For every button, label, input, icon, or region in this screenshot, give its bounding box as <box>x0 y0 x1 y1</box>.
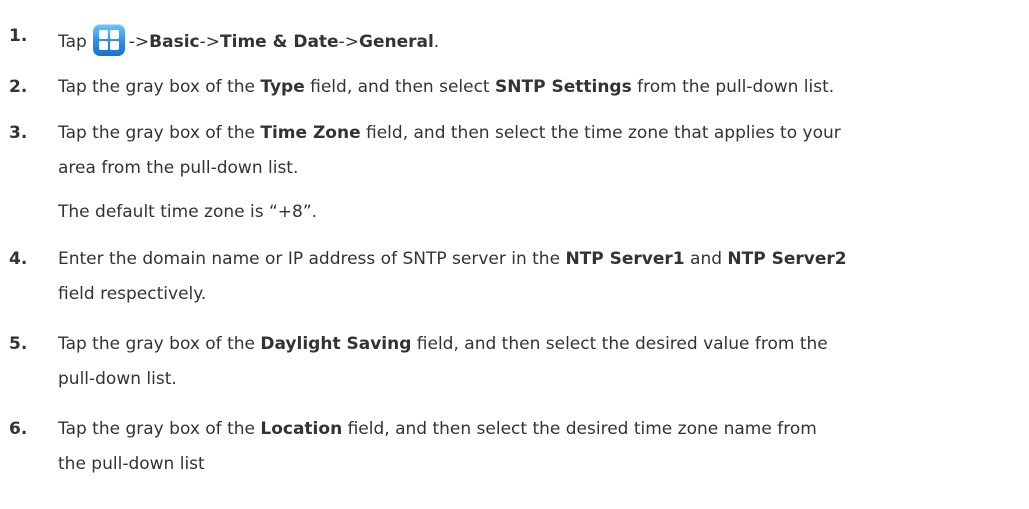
step-text-segment: Tap the gray box of the <box>58 419 261 439</box>
step-5-number: 5. <box>9 334 28 354</box>
step-4-text-line-2: field respectively. <box>58 284 206 304</box>
step-3-note: The default time zone is “+8”. <box>58 202 317 222</box>
step-text-segment: field, and then select the time zone tha… <box>360 123 841 143</box>
field-ntp-server2: NTP Server2 <box>727 249 847 269</box>
step-text-segment: and <box>684 249 728 269</box>
step-3-text-line-2: area from the pull-down list. <box>58 158 298 178</box>
step-5-text-line-1: Tap the gray box of the Daylight Saving … <box>58 334 828 354</box>
menu-general: General <box>358 32 434 52</box>
step-3-number: 3. <box>9 123 28 143</box>
step-1-number: 1. <box>9 26 28 46</box>
period-text: . <box>433 32 440 52</box>
menu-grid-icon <box>92 24 125 56</box>
default-time-zone-note: The default time zone is “+8”. <box>58 202 318 222</box>
step-6-text-line-2: the pull-down list <box>58 454 205 474</box>
field-time-zone: Time Zone <box>260 123 361 143</box>
step-text-segment: field respectively. <box>58 284 207 304</box>
step-text-segment: Tap the gray box of the <box>58 77 261 97</box>
step-text-segment: Tap the gray box of the <box>58 123 261 143</box>
step-2-number: 2. <box>9 77 28 97</box>
instruction-document: 1. Tap ->Basic->Time & Date->General. 2. … <box>0 0 1029 509</box>
step-text-segment: the pull-down list <box>58 454 205 474</box>
step-text-segment: field, and then select the desired value… <box>411 334 828 354</box>
step-5-text-line-2: pull-down list. <box>58 369 177 389</box>
step-2-text: Tap the gray box of the Type field, and … <box>58 77 834 97</box>
field-ntp-server1: NTP Server1 <box>565 249 685 269</box>
arrow-text: -> <box>128 32 150 52</box>
arrow-text: -> <box>199 32 221 52</box>
arrow-text: -> <box>338 32 359 52</box>
step-3-text-line-1: Tap the gray box of the Time Zone field,… <box>58 123 841 143</box>
field-type: Type <box>260 77 305 97</box>
step-6-text-line-1: Tap the gray box of the Location field, … <box>58 419 817 439</box>
step-text-segment: field, and then select the desired time … <box>342 419 817 439</box>
step-4-number: 4. <box>9 249 28 269</box>
step-1-tap: Tap <box>58 32 87 52</box>
step-1-text: Tap ->Basic->Time & Date->General. <box>58 24 440 58</box>
step-text-segment: field, and then select <box>304 77 496 97</box>
step-text-segment: area from the pull-down list. <box>58 158 299 178</box>
field-daylight-saving: Daylight Saving <box>260 334 412 354</box>
field-location: Location <box>260 419 343 439</box>
step-text-segment: Tap the gray box of the <box>58 334 261 354</box>
step-text-segment: Enter the domain name or IP address of S… <box>58 249 566 269</box>
step-text-segment: from the pull-down list. <box>631 77 835 97</box>
menu-time-date: Time & Date <box>220 32 339 52</box>
step-text-segment: pull-down list. <box>58 369 177 389</box>
step-4-text-line-1: Enter the domain name or IP address of S… <box>58 249 847 269</box>
step-6-number: 6. <box>9 419 28 439</box>
menu-basic: Basic <box>149 32 200 52</box>
option-sntp-settings: SNTP Settings <box>495 77 632 97</box>
